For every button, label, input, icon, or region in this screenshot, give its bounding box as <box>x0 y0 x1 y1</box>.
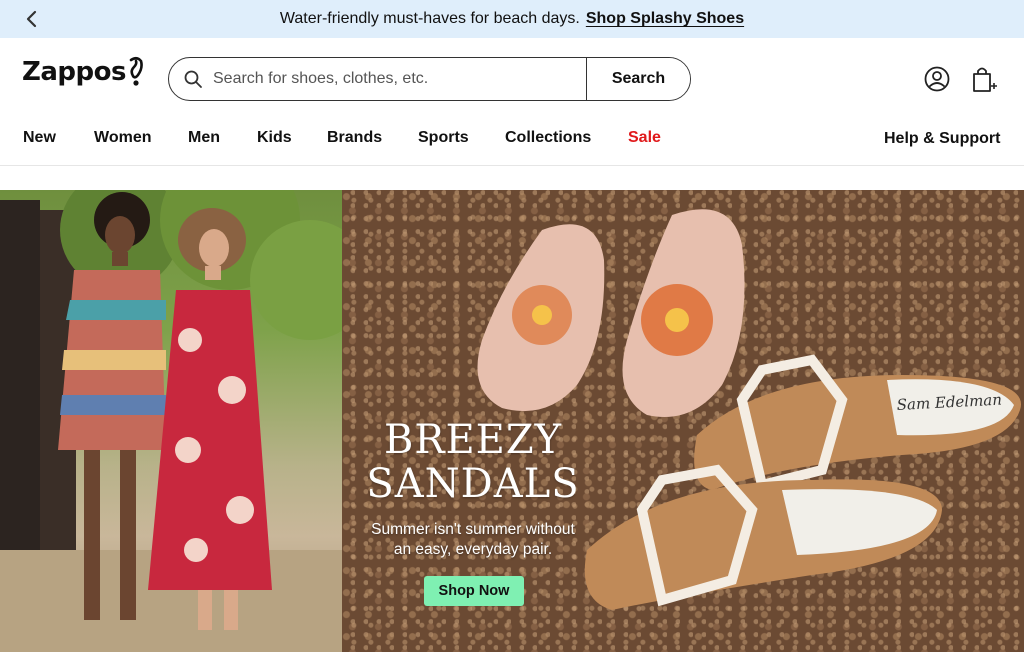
headline-line-1: BREEZY <box>383 417 563 463</box>
nav-item-sports[interactable]: Sports <box>418 129 469 147</box>
promo-link[interactable]: Shop Splashy Shoes <box>586 10 744 28</box>
nav-item-women[interactable]: Women <box>94 129 151 147</box>
nav-item-brands[interactable]: Brands <box>327 129 382 147</box>
nav-item-kids[interactable]: Kids <box>257 129 292 147</box>
promo-text: Water-friendly must-haves for beach days… <box>279 10 580 27</box>
hero-subtitle: Summer isn't summer without an easy, eve… <box>342 520 604 560</box>
user-icon[interactable] <box>923 65 951 93</box>
search-input[interactable] <box>203 58 586 100</box>
shop-now-button[interactable]: Shop Now <box>424 576 524 606</box>
nav-item-collections[interactable]: Collections <box>505 129 591 147</box>
search-button[interactable]: Search <box>586 58 690 100</box>
site-header: Zappos Search <box>0 38 1024 120</box>
hero-banner[interactable]: Sam Edelman BREEZY SANDALS Summer isn't … <box>0 190 1024 652</box>
nav-item-men[interactable]: Men <box>188 129 220 147</box>
search-icon <box>184 70 202 88</box>
subtitle-line-1: Summer isn't summer without <box>371 521 575 538</box>
headline-line-2: SANDALS <box>366 461 580 507</box>
nav-item-sale[interactable]: Sale <box>628 129 661 147</box>
hero-photo-models <box>0 190 342 652</box>
subtitle-line-2: an easy, everyday pair. <box>393 541 553 558</box>
help-support-link[interactable]: Help & Support <box>884 130 1000 148</box>
chevron-left-icon[interactable] <box>22 9 42 29</box>
hero-headline: BREEZY SANDALS <box>342 418 604 506</box>
models-illustration <box>0 190 342 652</box>
logo-text: Zappos <box>22 57 126 87</box>
zappos-logo[interactable]: Zappos <box>22 56 144 88</box>
shopping-bag-icon[interactable] <box>970 65 998 93</box>
logo-mark-icon <box>129 56 143 86</box>
search-bar: Search <box>168 57 691 101</box>
main-nav: New Women Men Kids Brands Sports Collect… <box>0 120 1024 166</box>
nav-item-new[interactable]: New <box>23 129 56 147</box>
promo-banner: Water-friendly must-haves for beach days… <box>0 0 1024 38</box>
